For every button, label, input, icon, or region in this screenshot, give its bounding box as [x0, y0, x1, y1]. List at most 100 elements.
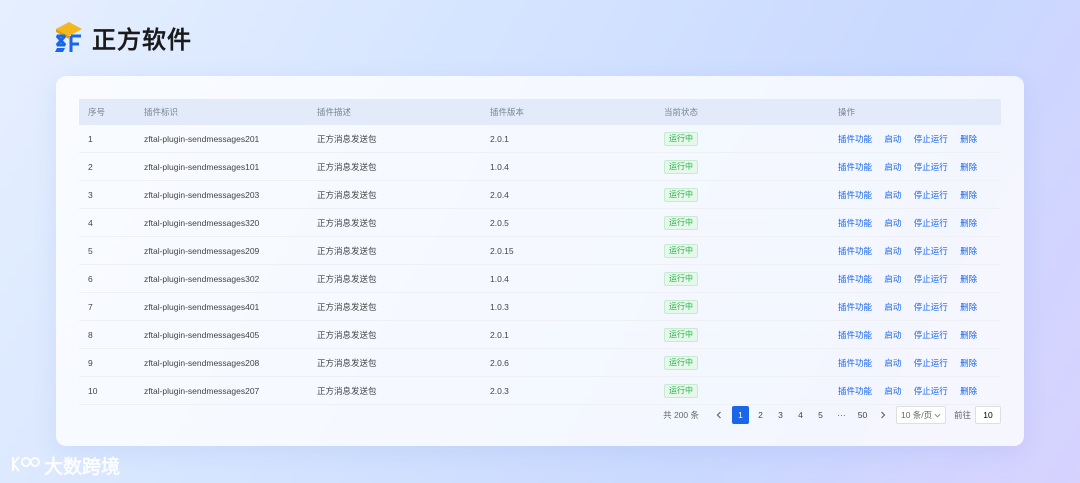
delete-button[interactable]: 删除 [960, 190, 977, 200]
row-status-cell: 运行中 [655, 187, 829, 202]
page-2[interactable]: 2 [752, 406, 769, 424]
plugin-function-button[interactable]: 插件功能 [838, 302, 872, 312]
plugin-function-button[interactable]: 插件功能 [838, 330, 872, 340]
stop-button[interactable]: 停止运行 [914, 330, 948, 340]
row-index: 4 [88, 217, 93, 228]
row-index: 9 [88, 357, 93, 368]
row-status-cell: 运行中 [655, 159, 829, 174]
stop-button[interactable]: 停止运行 [914, 218, 948, 228]
page-size-select[interactable]: 10 条/页 [895, 406, 946, 424]
row-plugin-id: zftal-plugin-sendmessages101 [144, 161, 260, 172]
row-status-cell: 运行中 [655, 299, 829, 314]
logo-icon [54, 21, 84, 55]
delete-button[interactable]: 删除 [960, 358, 977, 368]
total-count: 共 200 条 [663, 410, 699, 420]
status-badge: 运行中 [664, 187, 698, 202]
table-row: 4 zftal-plugin-sendmessages320 正方消息发送包 2… [79, 209, 1001, 237]
stop-button[interactable]: 停止运行 [914, 134, 948, 144]
header-status: 当前状态 [664, 107, 699, 117]
table-row: 5 zftal-plugin-sendmessages209 正方消息发送包 2… [79, 237, 1001, 265]
row-actions: 插件功能 启动 停止运行 删除 [829, 273, 1001, 285]
plugin-function-button[interactable]: 插件功能 [838, 386, 872, 396]
row-plugin-version: 1.0.3 [490, 301, 509, 312]
chevron-left-icon[interactable] [711, 406, 728, 424]
page-4[interactable]: 4 [792, 406, 809, 424]
goto-page-input[interactable] [975, 406, 1001, 424]
plugin-function-button[interactable]: 插件功能 [838, 274, 872, 284]
row-plugin-desc: 正方消息发送包 [317, 357, 377, 368]
header-plugin-desc: 插件描述 [317, 107, 352, 117]
row-index: 5 [88, 245, 93, 256]
header-actions: 操作 [838, 107, 856, 117]
stop-button[interactable]: 停止运行 [914, 190, 948, 200]
table-row: 7 zftal-plugin-sendmessages401 正方消息发送包 1… [79, 293, 1001, 321]
stop-button[interactable]: 停止运行 [914, 274, 948, 284]
start-button[interactable]: 启动 [884, 330, 901, 340]
row-actions: 插件功能 启动 停止运行 删除 [829, 301, 1001, 313]
start-button[interactable]: 启动 [884, 302, 901, 312]
stop-button[interactable]: 停止运行 [914, 358, 948, 368]
page-ellipsis[interactable]: ··· [833, 406, 850, 424]
delete-button[interactable]: 删除 [960, 274, 977, 284]
stop-button[interactable]: 停止运行 [914, 302, 948, 312]
start-button[interactable]: 启动 [884, 134, 901, 144]
plugin-function-button[interactable]: 插件功能 [838, 190, 872, 200]
row-actions: 插件功能 启动 停止运行 删除 [829, 245, 1001, 257]
row-status-cell: 运行中 [655, 327, 829, 342]
page-last[interactable]: 50 [854, 406, 871, 424]
table-row: 3 zftal-plugin-sendmessages203 正方消息发送包 2… [79, 181, 1001, 209]
header-plugin-id: 插件标识 [144, 107, 179, 117]
status-badge: 运行中 [664, 215, 698, 230]
chevron-down-icon [934, 413, 941, 418]
page-3[interactable]: 3 [772, 406, 789, 424]
plugin-list-card: 序号 插件标识 插件描述 插件版本 当前状态 操作 1 zftal-plugin… [56, 76, 1024, 446]
plugin-function-button[interactable]: 插件功能 [838, 218, 872, 228]
stop-button[interactable]: 停止运行 [914, 246, 948, 256]
start-button[interactable]: 启动 [884, 358, 901, 368]
row-index: 2 [88, 161, 93, 172]
plugin-function-button[interactable]: 插件功能 [838, 246, 872, 256]
row-plugin-version: 2.0.1 [490, 133, 509, 144]
delete-button[interactable]: 删除 [960, 218, 977, 228]
delete-button[interactable]: 删除 [960, 134, 977, 144]
row-status-cell: 运行中 [655, 131, 829, 146]
row-plugin-desc: 正方消息发送包 [317, 273, 377, 284]
delete-button[interactable]: 删除 [960, 386, 977, 396]
stop-button[interactable]: 停止运行 [914, 162, 948, 172]
plugin-table: 序号 插件标识 插件描述 插件版本 当前状态 操作 1 zftal-plugin… [79, 99, 1001, 405]
row-actions: 插件功能 启动 停止运行 删除 [829, 329, 1001, 341]
page-5[interactable]: 5 [812, 406, 829, 424]
row-plugin-version: 2.0.1 [490, 329, 509, 340]
row-actions: 插件功能 启动 停止运行 删除 [829, 189, 1001, 201]
row-plugin-desc: 正方消息发送包 [317, 385, 377, 396]
plugin-function-button[interactable]: 插件功能 [838, 358, 872, 368]
start-button[interactable]: 启动 [884, 386, 901, 396]
start-button[interactable]: 启动 [884, 190, 901, 200]
chevron-right-icon[interactable] [875, 406, 892, 424]
status-badge: 运行中 [664, 383, 698, 398]
row-status-cell: 运行中 [655, 355, 829, 370]
row-actions: 插件功能 启动 停止运行 删除 [829, 161, 1001, 173]
row-plugin-version: 2.0.15 [490, 245, 514, 256]
stop-button[interactable]: 停止运行 [914, 386, 948, 396]
page-1[interactable]: 1 [731, 406, 749, 424]
start-button[interactable]: 启动 [884, 246, 901, 256]
brand-name: 正方软件 [92, 26, 192, 54]
row-index: 10 [88, 385, 98, 396]
start-button[interactable]: 启动 [884, 274, 901, 284]
row-plugin-version: 2.0.6 [490, 357, 509, 368]
row-actions: 插件功能 启动 停止运行 删除 [829, 385, 1001, 397]
row-plugin-version: 2.0.5 [490, 217, 509, 228]
delete-button[interactable]: 删除 [960, 302, 977, 312]
delete-button[interactable]: 删除 [960, 330, 977, 340]
row-actions: 插件功能 启动 停止运行 删除 [829, 217, 1001, 229]
delete-button[interactable]: 删除 [960, 246, 977, 256]
row-plugin-id: zftal-plugin-sendmessages320 [144, 217, 260, 228]
pagination: 共 200 条 12345 ··· 50 10 条/页 前往 [663, 406, 1001, 424]
delete-button[interactable]: 删除 [960, 162, 977, 172]
plugin-function-button[interactable]: 插件功能 [838, 134, 872, 144]
row-plugin-desc: 正方消息发送包 [317, 217, 377, 228]
plugin-function-button[interactable]: 插件功能 [838, 162, 872, 172]
start-button[interactable]: 启动 [884, 162, 901, 172]
start-button[interactable]: 启动 [884, 218, 901, 228]
